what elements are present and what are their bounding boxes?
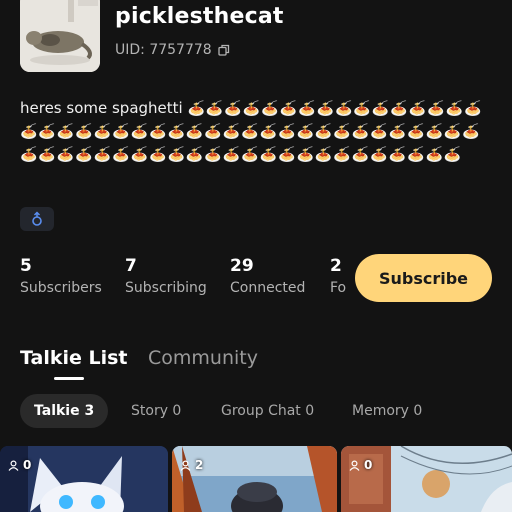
subtab-memory[interactable]: Memory 0 <box>352 394 422 428</box>
stat-label: Subscribing <box>125 280 207 296</box>
card-image <box>0 446 168 512</box>
subtab-talkie[interactable]: Talkie 3 <box>20 394 109 428</box>
card-image <box>341 446 512 512</box>
uid-row: UID: 7757778 <box>115 42 230 58</box>
username: picklesthecat <box>115 4 284 29</box>
copy-icon[interactable] <box>218 44 230 56</box>
tab-talkie-list[interactable]: Talkie List <box>20 347 128 369</box>
tab-community[interactable]: Community <box>148 347 258 369</box>
talkie-grid: 0 2 0 <box>0 446 512 512</box>
stat-value: 7 <box>125 256 137 276</box>
card-count-value: 0 <box>364 458 373 472</box>
uid-text: UID: 7757778 <box>115 42 212 58</box>
talkie-card[interactable]: 0 <box>0 446 168 512</box>
subtab-group-chat[interactable]: Group Chat 0 <box>221 394 314 428</box>
card-count-value: 0 <box>23 458 32 472</box>
cat-photo <box>20 0 100 72</box>
stat-value: 29 <box>230 256 254 276</box>
user-icon <box>180 459 191 471</box>
card-member-count: 0 <box>8 458 31 472</box>
talkie-card[interactable]: 0 <box>341 446 512 512</box>
profile-avatar[interactable] <box>20 0 100 72</box>
card-member-count: 2 <box>180 458 203 472</box>
stat-subscribers[interactable]: 5 Subscribers <box>20 256 102 296</box>
stat-followers[interactable]: 2 Fo <box>330 256 348 296</box>
user-icon <box>349 459 360 471</box>
stat-label: Subscribers <box>20 280 102 296</box>
subtab-story[interactable]: Story 0 <box>131 394 181 428</box>
gender-icon <box>32 211 42 226</box>
stat-value: 2 <box>330 256 342 276</box>
stat-label: Fo <box>330 280 347 296</box>
stat-label: Connected <box>230 280 306 296</box>
bio: heres some spaghetti 🍝🍝🍝🍝🍝🍝🍝🍝🍝🍝🍝🍝🍝🍝🍝🍝🍝🍝🍝… <box>20 97 490 166</box>
card-member-count: 0 <box>349 458 372 472</box>
user-icon <box>8 459 19 471</box>
card-image <box>172 446 337 512</box>
stat-subscribing[interactable]: 7 Subscribing <box>125 256 207 296</box>
active-tab-indicator <box>54 377 84 380</box>
gender-badge <box>20 207 54 231</box>
card-count-value: 2 <box>195 458 204 472</box>
subscribe-button[interactable]: Subscribe <box>355 254 492 302</box>
bio-text: heres some spaghetti <box>20 99 183 117</box>
stat-value: 5 <box>20 256 32 276</box>
stat-connected[interactable]: 29 Connected <box>230 256 305 296</box>
talkie-card[interactable]: 2 <box>172 446 337 512</box>
